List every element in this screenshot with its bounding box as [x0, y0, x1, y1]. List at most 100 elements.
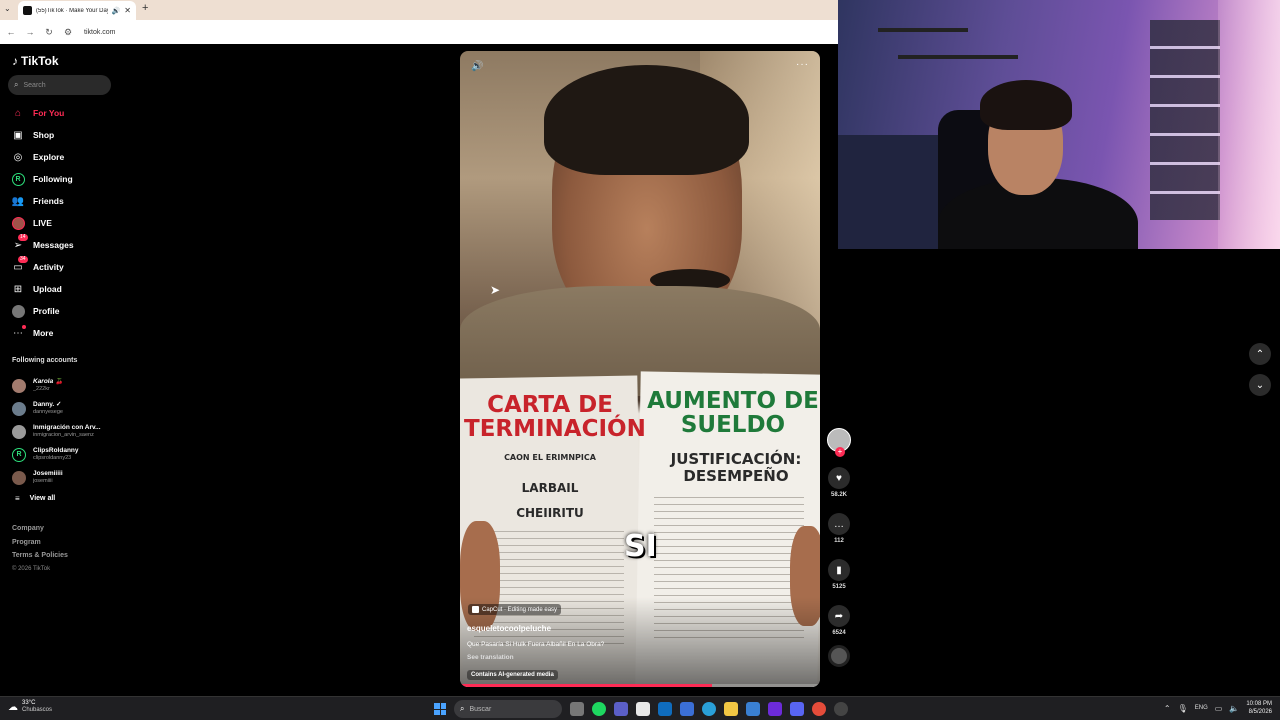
ai-generated-label[interactable]: Contains AI-generated media	[467, 670, 558, 680]
capcut-icon	[472, 606, 479, 613]
search-input[interactable]: ⌕ Search	[8, 75, 111, 95]
windows-start-icon[interactable]	[434, 703, 446, 715]
account-handle: dannyesege	[33, 409, 63, 415]
like-button[interactable]: ♥	[828, 467, 850, 489]
footer-link-company[interactable]: Company	[12, 525, 68, 539]
back-icon[interactable]: ←	[6, 27, 16, 37]
termination-word-2: CHEIIRITU	[516, 506, 584, 520]
footer-link-program[interactable]: Program	[12, 539, 68, 553]
taskbar-clock[interactable]: 10:08 PM 8/5/2026	[1246, 700, 1272, 716]
footer-link-terms[interactable]: Terms & Policies	[12, 552, 68, 566]
sidebar-item-activity[interactable]: ▭ 34 Activity	[10, 256, 115, 278]
previous-video-button[interactable]: ⌃	[1249, 343, 1271, 365]
copilot-icon[interactable]	[680, 702, 694, 716]
view-all-button[interactable]: ≡ View all	[12, 489, 116, 507]
comment-icon: …	[834, 518, 844, 530]
edge-icon[interactable]	[702, 702, 716, 716]
account-item[interactable]: R ClipsRoldanny clipsroldanny23	[12, 443, 116, 466]
teams-icon[interactable]	[614, 702, 628, 716]
tab-menu-icon[interactable]: ⌄	[4, 4, 11, 13]
account-item[interactable]: Josemiiiii josemiiii	[12, 466, 116, 489]
sidebar-item-live[interactable]: LIVE	[10, 212, 115, 234]
sidebar-item-label: More	[33, 328, 54, 338]
like-count: 58.2K	[830, 492, 847, 498]
microphone-icon[interactable]: 🎙	[1178, 704, 1188, 713]
capcut-tag[interactable]: CapCut · Editing made easy	[468, 604, 562, 615]
site-info-icon[interactable]: ⚙	[63, 27, 73, 38]
discord-icon[interactable]	[790, 702, 804, 716]
sidebar-item-label: For You	[33, 108, 65, 118]
account-item[interactable]: Danny. ✓ dannyesege	[12, 397, 116, 420]
volume-icon[interactable]: 🔈	[1229, 704, 1239, 713]
sidebar-item-more[interactable]: ⋯ More	[10, 322, 115, 344]
display-icon[interactable]: ▭	[1215, 704, 1223, 713]
sidebar-item-label: LIVE	[33, 218, 52, 228]
profile-avatar	[11, 304, 25, 318]
creator-avatar[interactable]: +	[827, 428, 851, 457]
account-name: Karola 🍒	[33, 378, 64, 385]
reload-icon[interactable]: ↻	[44, 27, 54, 38]
next-video-button[interactable]: ⌄	[1249, 374, 1271, 396]
video-username[interactable]: esqueletocoolpeluche	[467, 624, 551, 633]
follow-plus-icon[interactable]: +	[835, 447, 845, 457]
messages-badge: 14	[18, 234, 28, 241]
sidebar-item-messages[interactable]: ➢ 14 Messages	[10, 234, 115, 256]
outlook-icon[interactable]	[658, 702, 672, 716]
sidebar-item-for-you[interactable]: ⌂ For You	[10, 102, 115, 124]
taskbar-search-input[interactable]: ⌕ Buscar	[454, 700, 562, 718]
sidebar-item-profile[interactable]: Profile	[10, 300, 115, 322]
url-field[interactable]: tiktok.com	[84, 29, 116, 36]
calendar-icon[interactable]	[636, 702, 650, 716]
sidebar-item-upload[interactable]: ⊞ Upload	[10, 278, 115, 300]
speaker-icon[interactable]: 🔊	[112, 7, 121, 15]
sidebar-item-label: Activity	[33, 262, 64, 272]
sidebar-item-following[interactable]: R Following	[10, 168, 115, 190]
heart-icon: ♥	[836, 472, 842, 484]
chrome-icon[interactable]	[812, 702, 826, 716]
file-explorer-icon[interactable]	[724, 702, 738, 716]
messages-icon: ➢ 14	[13, 234, 28, 251]
see-translation-link[interactable]: See translation	[467, 654, 514, 661]
sidebar-item-shop[interactable]: ▣ Shop	[10, 124, 115, 146]
tab-bar: ⌄ (55)TikTok · Make Your Day 🔊 ✕ +	[0, 0, 838, 20]
live-icon	[11, 216, 25, 230]
webcam-window-light	[1218, 0, 1280, 249]
taskbar-apps	[570, 702, 848, 716]
browser-chrome: ⌄ (55)TikTok · Make Your Day 🔊 ✕ + ← → ↻…	[0, 0, 838, 44]
weather-widget[interactable]: ☁ 33°C Chubascos	[8, 700, 52, 714]
clock-date: 8/5/2026	[1248, 709, 1272, 715]
more-dot-badge	[22, 325, 26, 329]
account-item[interactable]: Inmigración con Arv... inmigracion_arvin_…	[12, 420, 116, 443]
comment-button[interactable]: …	[828, 513, 850, 535]
spotify-icon[interactable]	[592, 702, 606, 716]
share-button[interactable]: ➦	[828, 605, 850, 627]
language-indicator[interactable]: ENG	[1195, 705, 1208, 711]
avatar	[12, 424, 26, 439]
settings-gear-icon[interactable]	[834, 702, 848, 716]
music-disc-icon[interactable]	[828, 645, 850, 667]
video-player[interactable]: CARTA DE TERMINACIÓN CAON EL ERIMNPICA L…	[460, 51, 820, 687]
more-options-icon[interactable]: ···	[796, 59, 809, 70]
termination-title: CARTA DE TERMINACIÓN	[464, 392, 646, 442]
browser-tab[interactable]: (55)TikTok · Make Your Day 🔊 ✕	[18, 1, 136, 20]
video-progress-bar[interactable]	[460, 684, 820, 687]
app-icon[interactable]	[768, 702, 782, 716]
save-button[interactable]: ▮	[828, 559, 850, 581]
sidebar-item-label: Messages	[33, 240, 74, 250]
tiktok-favicon-icon	[23, 6, 32, 15]
sidebar-item-label: Profile	[33, 306, 60, 316]
account-item[interactable]: Karola 🍒 _222kr	[12, 374, 116, 397]
forward-icon[interactable]: →	[25, 27, 35, 37]
store-icon[interactable]	[746, 702, 760, 716]
chevron-up-icon[interactable]: ⌃	[1164, 704, 1171, 713]
close-tab-icon[interactable]: ✕	[124, 6, 131, 15]
sidebar-item-explore[interactable]: ◎ Explore	[10, 146, 115, 168]
tiktok-logo[interactable]: ♪ TikTok	[12, 54, 59, 68]
new-tab-button[interactable]: +	[142, 2, 148, 14]
volume-icon[interactable]: 🔊	[471, 61, 483, 72]
task-view-icon[interactable]	[570, 702, 584, 716]
sidebar-item-friends[interactable]: 👥 Friends	[10, 190, 115, 212]
sidebar-item-label: Friends	[33, 196, 64, 206]
video-caption: SI	[624, 529, 657, 564]
tab-title: (55)TikTok · Make Your Day	[36, 7, 108, 14]
